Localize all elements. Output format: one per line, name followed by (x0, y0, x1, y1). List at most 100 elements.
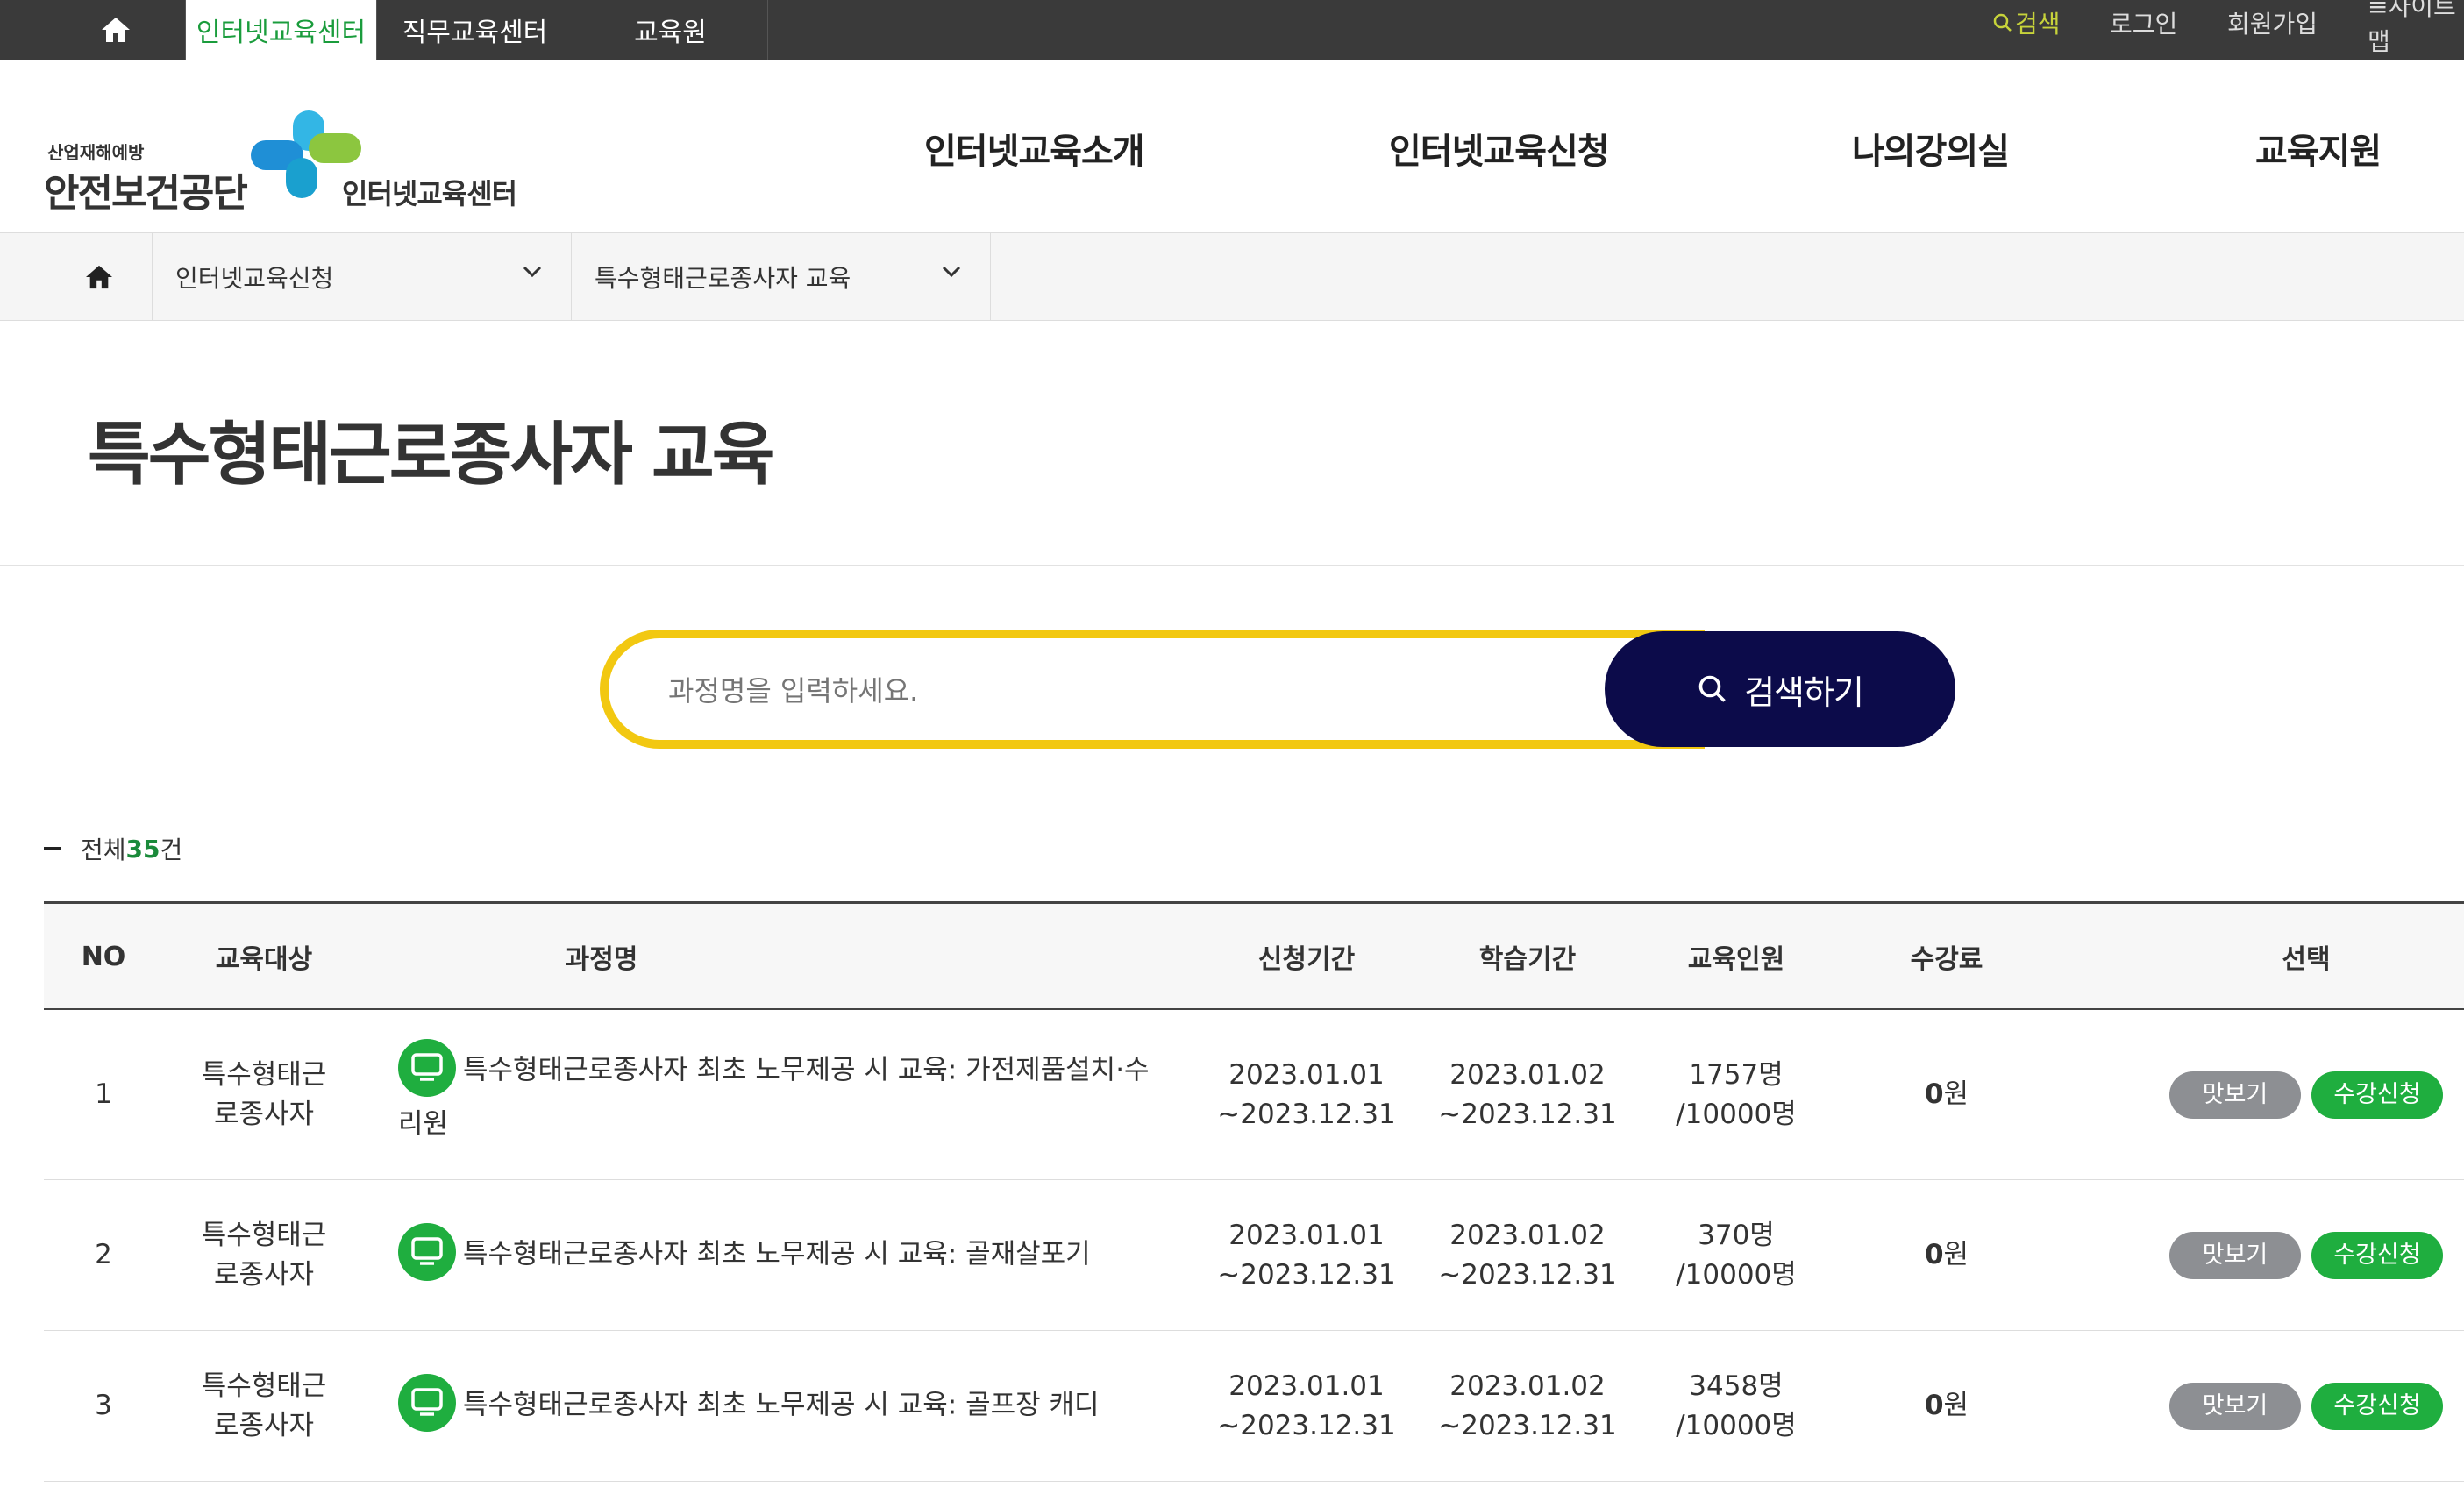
th-course-name: 과정명 (565, 944, 638, 975)
enrolled-count: 1757명 (1689, 1058, 1784, 1091)
cell-target-line1: 특수형태근 (201, 1058, 327, 1091)
pc-course-icon (398, 1038, 456, 1097)
cell-no: 1 (95, 1078, 112, 1111)
preview-button[interactable]: 맛보기 (2169, 1382, 2301, 1430)
cell-target-line2: 로종사자 (213, 1409, 315, 1441)
cell-course-title[interactable]: 특수형태근로종사자 최초 노무제공 시 교육: 골재살포기 (398, 1180, 1170, 1330)
cell-target-line1: 특수형태근 (201, 1370, 327, 1402)
top-utility-bar: 인터넷교육센터 직무교육센터 교육원 검색 로그인 회원가입 ≡사이트맵 (0, 0, 2464, 60)
table-row: 2 특수형태근 로종사자 특수형태근로종사자 최초 노무제공 시 교육: 골재살… (44, 1180, 2464, 1331)
cell-select: 맛보기 수강신청 (2078, 1180, 2464, 1330)
page-title: 특수형태근로종사자 교육 (88, 416, 775, 494)
breadcrumb: 인터넷교육신청 특수형태근로종사자 교육 (0, 233, 2464, 321)
th-select: 선택 (2282, 944, 2331, 975)
capacity-limit: /10000명 (1676, 1409, 1797, 1441)
cell-select: 맛보기 수강신청 (2078, 1010, 2464, 1179)
tab-education-institute[interactable]: 교육원 (573, 0, 768, 60)
apply-start: 2023.01.01 (1228, 1058, 1385, 1091)
gnb-item-intro[interactable]: 인터넷교육소개 (924, 123, 1145, 174)
breadcrumb-depth2-label: 특수형태근로종사자 교육 (595, 264, 851, 293)
cell-target: 특수형태근 로종사자 (163, 1010, 365, 1179)
home-icon (86, 265, 112, 289)
search-icon (1993, 13, 2012, 32)
count-dash-icon (44, 847, 61, 850)
tab-job-education-center[interactable]: 직무교육센터 (377, 0, 573, 60)
cell-fee: 0원 (1824, 1010, 2069, 1179)
cell-capacity: 1757명 /10000명 (1613, 1010, 1859, 1179)
apply-start: 2023.01.01 (1228, 1219, 1385, 1251)
site-logo[interactable]: 산업재해예방 안전보건공단 인터넷교육센터 (44, 86, 535, 217)
breadcrumb-depth2-select[interactable]: 특수형태근로종사자 교육 (572, 233, 991, 321)
chevron-down-icon (523, 266, 542, 278)
cell-target-line2: 로종사자 (213, 1258, 315, 1291)
study-end: ~2023.12.31 (1438, 1258, 1617, 1291)
cell-select: 맛보기 수강신청 (2078, 1331, 2464, 1481)
breadcrumb-home-button[interactable] (46, 233, 153, 321)
enrolled-count: 3458명 (1689, 1370, 1784, 1402)
table-row: 3 특수형태근 로종사자 특수형태근로종사자 최초 노무제공 시 교육: 골프장… (44, 1331, 2464, 1482)
util-search-link[interactable]: 검색 (1992, 0, 2061, 46)
cell-course-title[interactable]: 특수형태근로종사자 최초 노무제공 시 교육: 골프장 캐디 (398, 1331, 1170, 1481)
pc-course-icon (398, 1373, 456, 1432)
th-target: 교육대상 (215, 944, 313, 975)
tab-internet-education-center[interactable]: 인터넷교육센터 (186, 0, 377, 60)
course-table: NO 교육대상 과정명 신청기간 학습기간 교육인원 수강료 선택 1 특수형태… (44, 901, 2464, 1482)
course-title-text[interactable]: 특수형태근로종사자 최초 노무제공 시 교육: 골프장 캐디 (463, 1389, 1100, 1420)
search-button[interactable]: 검색하기 (1605, 631, 1955, 747)
enroll-button[interactable]: 수강신청 (2311, 1071, 2443, 1119)
study-start: 2023.01.02 (1449, 1058, 1606, 1091)
cell-target-line2: 로종사자 (213, 1098, 315, 1130)
enroll-button[interactable]: 수강신청 (2311, 1231, 2443, 1279)
enroll-button[interactable]: 수강신청 (2311, 1382, 2443, 1430)
gnb-item-my-classroom[interactable]: 나의강의실 (1852, 123, 2010, 174)
cell-no: 3 (95, 1390, 112, 1422)
search-button-label: 검색하기 (1744, 672, 1864, 712)
capacity-limit: /10000명 (1676, 1098, 1797, 1130)
study-start: 2023.01.02 (1449, 1219, 1606, 1251)
enrolled-count: 370명 (1698, 1219, 1775, 1251)
th-no: NO (81, 941, 126, 972)
course-title-text[interactable]: 특수형태근로종사자 최초 노무제공 시 교육: 골재살포기 (463, 1238, 1091, 1270)
pc-course-icon (398, 1222, 456, 1281)
cell-course-title[interactable]: 특수형태근로종사자 최초 노무제공 시 교육: 가전제품설치·수리원 (398, 1010, 1170, 1179)
cell-no: 2 (95, 1239, 112, 1271)
cell-capacity: 370명 /10000명 (1613, 1180, 1859, 1330)
util-sitemap-link[interactable]: ≡사이트맵 (2368, 0, 2464, 56)
fee-amount: 0 (1924, 1390, 1944, 1422)
apply-start: 2023.01.01 (1228, 1370, 1385, 1402)
gnb-item-apply[interactable]: 인터넷교육신청 (1389, 123, 1610, 174)
home-icon (102, 18, 130, 42)
fee-amount: 0 (1924, 1078, 1944, 1111)
study-end: ~2023.12.31 (1438, 1409, 1617, 1441)
logo-org-name: 안전보건공단 (44, 171, 248, 216)
preview-button[interactable]: 맛보기 (2169, 1071, 2301, 1119)
util-login-link[interactable]: 로그인 (2110, 0, 2177, 46)
capacity-limit: /10000명 (1676, 1258, 1797, 1291)
logo-center-name: 인터넷교육센터 (342, 177, 517, 210)
th-fee: 수강료 (1910, 944, 1983, 975)
search-icon (1698, 675, 1726, 702)
home-button[interactable] (46, 0, 186, 60)
util-signup-link[interactable]: 회원가입 (2227, 0, 2318, 46)
cell-target-line1: 특수형태근 (201, 1219, 327, 1251)
cell-target: 특수형태근 로종사자 (163, 1180, 365, 1330)
th-capacity: 교육인원 (1687, 944, 1785, 975)
search-input[interactable] (668, 666, 1545, 715)
course-title-text[interactable]: 특수형태근로종사자 최초 노무제공 시 교육: 가전제품설치·수리원 (398, 1054, 1150, 1140)
count-suffix: 건 (160, 836, 183, 864)
table-row: 1 특수형태근 로종사자 특수형태근로종사자 최초 노무제공 시 교육: 가전제… (44, 1010, 2464, 1180)
table-header: NO 교육대상 과정명 신청기간 학습기간 교육인원 수강료 선택 (44, 901, 2464, 1010)
cell-capacity: 3458명 /10000명 (1613, 1331, 1859, 1481)
cell-fee: 0원 (1824, 1180, 2069, 1330)
count-prefix: 전체 (81, 836, 126, 864)
site-header: 산업재해예방 안전보건공단 인터넷교육센터 인터넷교육소개 인터넷교육신청 나의… (0, 60, 2464, 233)
util-search-label: 검색 (2015, 10, 2061, 39)
fee-amount: 0 (1924, 1239, 1944, 1271)
fee-unit: 원 (1943, 1239, 1969, 1271)
gnb-item-support[interactable]: 교육지원 (2255, 123, 2382, 174)
breadcrumb-depth1-select[interactable]: 인터넷교육신청 (153, 233, 572, 321)
preview-button[interactable]: 맛보기 (2169, 1231, 2301, 1279)
cell-target: 특수형태근 로종사자 (163, 1331, 365, 1481)
fee-unit: 원 (1943, 1078, 1969, 1111)
breadcrumb-depth1-label: 인터넷교육신청 (175, 264, 334, 293)
